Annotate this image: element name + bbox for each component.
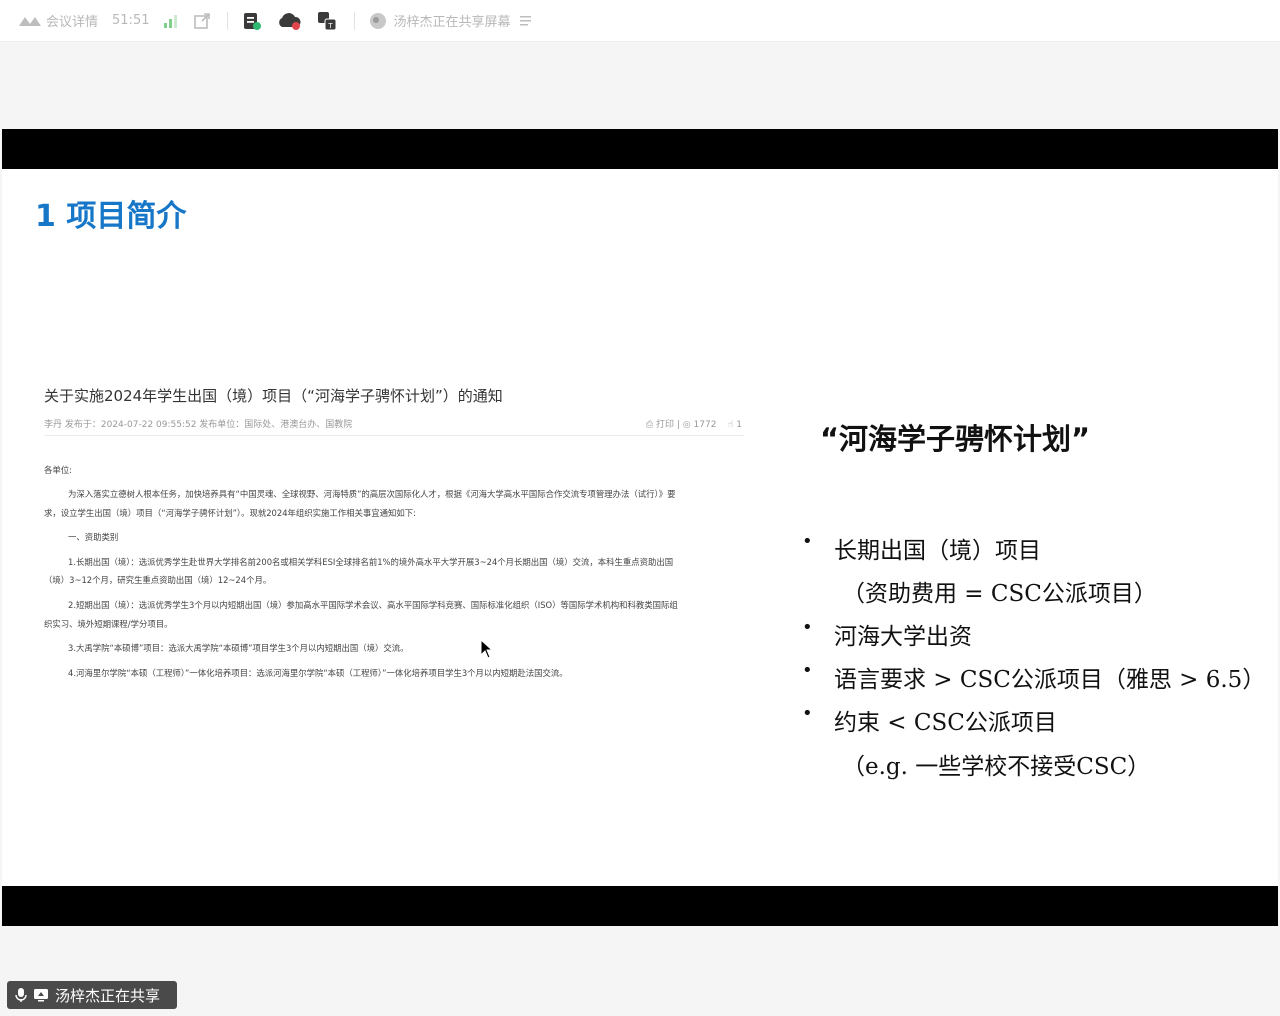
notice-line-9: 4.河海里尔学院“本硕（工程师）”一体化培养项目：选派河海里尔学院“本硕（工程师… bbox=[68, 668, 568, 678]
notice-line-7: 织实习、境外短期课程/学分项目。 bbox=[44, 619, 173, 629]
notice-divider bbox=[44, 435, 744, 436]
meeting-logo-icon bbox=[19, 16, 41, 26]
notice-stats: ⎙ 打印 | ◎ 1772 ☝ 1 bbox=[645, 420, 742, 430]
toolbar-divider bbox=[227, 11, 229, 30]
presenter-status[interactable]: 汤梓杰正在共享屏幕 bbox=[369, 11, 532, 30]
shared-screen: 1 项目简介 关于实施2024年学生出国（境）项目（“河海学子骋怀计划”）的通知… bbox=[2, 42, 1278, 1016]
notice-line-6: 2.短期出国（境）：选派优秀学生3个月以内短期出国（境）参加高水平国际学术会议、… bbox=[68, 600, 678, 610]
slide-title: 1 项目简介 bbox=[35, 199, 187, 234]
meeting-details-label: 会议详情 bbox=[46, 15, 99, 30]
bullet-text: 语言要求 > CSC公派项目（雅思 > 6.5） bbox=[834, 667, 1266, 693]
letterbox-top bbox=[2, 129, 1278, 169]
plan-title: “河海学子骋怀计划” bbox=[820, 422, 1091, 456]
bullet-dot: • bbox=[802, 660, 813, 681]
letterbox-bottom bbox=[2, 886, 1278, 926]
notice-line-5: （境）3~12个月，研究生重点资助出国（境）12~24个月。 bbox=[44, 575, 272, 585]
bullet-text: 河海大学出资 bbox=[834, 624, 972, 650]
like-icon: ☝ bbox=[727, 420, 734, 430]
notice-line-3: 一、资助类别 bbox=[68, 532, 119, 542]
notice-title: 关于实施2024年学生出国（境）项目（“河海学子骋怀计划”）的通知 bbox=[44, 387, 503, 405]
popout-window-icon[interactable] bbox=[193, 12, 211, 30]
notice-line-4: 1.长期出国（境）：选派优秀学生赴世界大学排名前200名或相关学科ESI全球排名… bbox=[68, 557, 674, 567]
view-count: 1772 bbox=[693, 420, 717, 430]
presenter-avatar-icon bbox=[370, 12, 387, 29]
bullet-dot: • bbox=[802, 531, 813, 552]
bullet-text: （资助费用 = CSC公派项目） bbox=[842, 581, 1157, 607]
signal-strength-icon[interactable] bbox=[163, 14, 179, 28]
meeting-timer: 51:51 bbox=[112, 13, 150, 28]
notice-meta: 李丹 发布于：2024-07-22 09:55:52 发布单位：国际处、港澳台办… bbox=[44, 420, 353, 430]
mouse-cursor-icon bbox=[480, 639, 494, 659]
notice-line-2: 求，设立学生出国（境）项目（“河海学子骋怀计划”）。现就2024年组织实施工作相… bbox=[44, 508, 416, 518]
screen-share-icon bbox=[34, 989, 48, 1002]
like-count: 1 bbox=[736, 420, 742, 430]
meeting-notes-icon[interactable] bbox=[242, 11, 262, 31]
meeting-details-button[interactable]: 会议详情 bbox=[18, 11, 98, 30]
menu-lines-icon[interactable] bbox=[519, 15, 533, 27]
print-label: 打印 bbox=[655, 420, 674, 430]
bullet-dot: • bbox=[802, 703, 813, 724]
presentation-slide: 1 项目简介 关于实施2024年学生出国（境）项目（“河海学子骋怀计划”）的通知… bbox=[2, 169, 1278, 886]
bullet-text: （e.g. 一些学校不接受CSC） bbox=[842, 754, 1151, 780]
views-icon: ◎ bbox=[682, 420, 691, 430]
print-icon: ⎙ bbox=[645, 420, 654, 430]
toolbar-divider bbox=[354, 11, 356, 30]
bullet-text: 约束 < CSC公派项目 bbox=[834, 710, 1057, 736]
meeting-toolbar: 会议详情 51:51 T 汤梓杰正在共享屏幕 bbox=[0, 0, 1280, 42]
notice-line-1: 为深入落实立德树人根本任务，加快培养具有“中国灵魂、全球视野、河海特质”的高层次… bbox=[68, 489, 676, 499]
notice-screenshot: 关于实施2024年学生出国（境）项目（“河海学子骋怀计划”）的通知 李丹 发布于… bbox=[40, 379, 750, 699]
presenter-status-label: 汤梓杰正在共享屏幕 bbox=[393, 15, 511, 30]
bullet-dot: • bbox=[802, 617, 813, 638]
sharing-status-label: 汤梓杰正在共享 bbox=[55, 986, 161, 1005]
cloud-recording-icon[interactable] bbox=[276, 11, 302, 31]
notice-line-0: 各单位: bbox=[44, 465, 72, 475]
svg-text:T: T bbox=[328, 22, 334, 30]
notice-line-8: 3.大禹学院“本硕博”项目：选派大禹学院“本硕博”项目学生3个月以内短期出国（境… bbox=[68, 643, 409, 653]
microphone-icon[interactable] bbox=[15, 987, 27, 1003]
translation-icon[interactable]: T bbox=[316, 10, 338, 32]
sharing-status-badge[interactable]: 汤梓杰正在共享 bbox=[7, 981, 177, 1009]
bullet-text: 长期出国（境）项目 bbox=[834, 538, 1041, 564]
